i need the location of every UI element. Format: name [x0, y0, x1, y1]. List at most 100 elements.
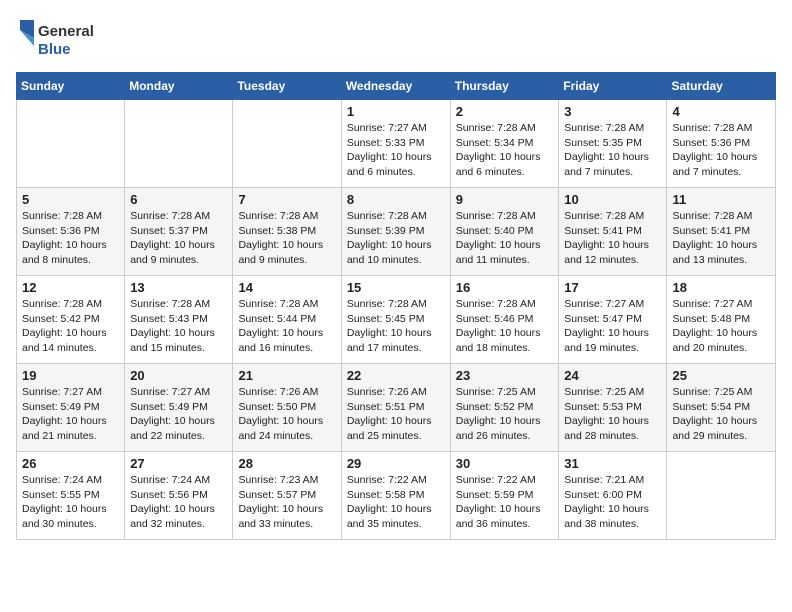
day-info: Sunrise: 7:28 AMSunset: 5:46 PMDaylight:…: [456, 297, 554, 356]
day-info: Sunrise: 7:27 AMSunset: 5:48 PMDaylight:…: [672, 297, 770, 356]
calendar-cell: 2 Sunrise: 7:28 AMSunset: 5:34 PMDaylight…: [450, 100, 559, 188]
day-number: 4: [672, 104, 770, 119]
day-number: 14: [238, 280, 335, 295]
calendar-cell: 28 Sunrise: 7:23 AMSunset: 5:57 PMDayligh…: [233, 452, 341, 540]
calendar-cell: 29 Sunrise: 7:22 AMSunset: 5:58 PMDayligh…: [341, 452, 450, 540]
day-info: Sunrise: 7:28 AMSunset: 5:41 PMDaylight:…: [564, 209, 661, 268]
logo-svg: GeneralBlue: [16, 16, 96, 60]
day-info: Sunrise: 7:22 AMSunset: 5:58 PMDaylight:…: [347, 473, 445, 532]
calendar-cell: 31 Sunrise: 7:21 AMSunset: 6:00 PMDayligh…: [559, 452, 667, 540]
calendar-cell: [233, 100, 341, 188]
day-number: 15: [347, 280, 445, 295]
day-number: 25: [672, 368, 770, 383]
svg-text:Blue: Blue: [38, 41, 71, 58]
week-row-5: 26 Sunrise: 7:24 AMSunset: 5:55 PMDayligh…: [17, 452, 776, 540]
header-sunday: Sunday: [17, 73, 125, 100]
calendar-cell: 10 Sunrise: 7:28 AMSunset: 5:41 PMDayligh…: [559, 188, 667, 276]
calendar-cell: 3Sunrise: 7:28 AMSunset: 5:35 PMDaylight…: [559, 100, 667, 188]
day-info: Sunrise: 7:24 AMSunset: 5:55 PMDaylight:…: [22, 473, 119, 532]
day-number: 28: [238, 456, 335, 471]
header-wednesday: Wednesday: [341, 73, 450, 100]
calendar-cell: 26 Sunrise: 7:24 AMSunset: 5:55 PMDayligh…: [17, 452, 125, 540]
day-info: Sunrise: 7:27 AMSunset: 5:47 PMDaylight:…: [564, 297, 661, 356]
day-number: 9: [456, 192, 554, 207]
calendar-cell: 25 Sunrise: 7:25 AMSunset: 5:54 PMDayligh…: [667, 364, 776, 452]
day-info: Sunrise: 7:28 AMSunset: 5:38 PMDaylight:…: [238, 209, 335, 268]
calendar-header-row: SundayMondayTuesdayWednesdayThursdayFrid…: [17, 73, 776, 100]
day-number: 30: [456, 456, 554, 471]
calendar-cell: 30 Sunrise: 7:22 AMSunset: 5:59 PMDayligh…: [450, 452, 559, 540]
svg-text:General: General: [38, 23, 94, 40]
day-number: 3: [564, 104, 661, 119]
day-number: 20: [130, 368, 227, 383]
day-info: Sunrise: 7:28 AMSunset: 5:37 PMDaylight:…: [130, 209, 227, 268]
day-number: 29: [347, 456, 445, 471]
day-info: Sunrise: 7:28 AMSunset: 5:44 PMDaylight:…: [238, 297, 335, 356]
day-info: Sunrise: 7:28 AMSunset: 5:41 PMDaylight:…: [672, 209, 770, 268]
calendar-cell: [17, 100, 125, 188]
calendar-cell: 14 Sunrise: 7:28 AMSunset: 5:44 PMDayligh…: [233, 276, 341, 364]
day-number: 23: [456, 368, 554, 383]
day-number: 31: [564, 456, 661, 471]
day-number: 24: [564, 368, 661, 383]
calendar-cell: 23Sunrise: 7:25 AMSunset: 5:52 PMDayligh…: [450, 364, 559, 452]
week-row-4: 19 Sunrise: 7:27 AMSunset: 5:49 PMDayligh…: [17, 364, 776, 452]
calendar-cell: 8 Sunrise: 7:28 AMSunset: 5:39 PMDaylight…: [341, 188, 450, 276]
day-info: Sunrise: 7:26 AMSunset: 5:51 PMDaylight:…: [347, 385, 445, 444]
day-info: Sunrise: 7:24 AMSunset: 5:56 PMDaylight:…: [130, 473, 227, 532]
day-number: 18: [672, 280, 770, 295]
day-number: 7: [238, 192, 335, 207]
header-monday: Monday: [125, 73, 233, 100]
calendar-cell: 20 Sunrise: 7:27 AMSunset: 5:49 PMDayligh…: [125, 364, 233, 452]
day-info: Sunrise: 7:27 AMSunset: 5:49 PMDaylight:…: [130, 385, 227, 444]
day-info: Sunrise: 7:28 AMSunset: 5:40 PMDaylight:…: [456, 209, 554, 268]
day-info: Sunrise: 7:25 AMSunset: 5:54 PMDaylight:…: [672, 385, 770, 444]
calendar-cell: 7 Sunrise: 7:28 AMSunset: 5:38 PMDaylight…: [233, 188, 341, 276]
day-number: 12: [22, 280, 119, 295]
day-number: 27: [130, 456, 227, 471]
day-info: Sunrise: 7:27 AMSunset: 5:49 PMDaylight:…: [22, 385, 119, 444]
day-number: 10: [564, 192, 661, 207]
logo: GeneralBlue: [16, 16, 96, 60]
day-number: 8: [347, 192, 445, 207]
day-number: 16: [456, 280, 554, 295]
day-info: Sunrise: 7:27 AMSunset: 5:33 PMDaylight:…: [347, 121, 445, 180]
day-number: 1: [347, 104, 445, 119]
day-number: 19: [22, 368, 119, 383]
header-tuesday: Tuesday: [233, 73, 341, 100]
header-thursday: Thursday: [450, 73, 559, 100]
calendar-cell: 5Sunrise: 7:28 AMSunset: 5:36 PMDaylight…: [17, 188, 125, 276]
calendar-cell: 11 Sunrise: 7:28 AMSunset: 5:41 PMDayligh…: [667, 188, 776, 276]
day-info: Sunrise: 7:28 AMSunset: 5:39 PMDaylight:…: [347, 209, 445, 268]
day-number: 21: [238, 368, 335, 383]
day-info: Sunrise: 7:23 AMSunset: 5:57 PMDaylight:…: [238, 473, 335, 532]
calendar-cell: 13Sunrise: 7:28 AMSunset: 5:43 PMDayligh…: [125, 276, 233, 364]
calendar-cell: 21 Sunrise: 7:26 AMSunset: 5:50 PMDayligh…: [233, 364, 341, 452]
calendar-cell: 18 Sunrise: 7:27 AMSunset: 5:48 PMDayligh…: [667, 276, 776, 364]
day-info: Sunrise: 7:28 AMSunset: 5:36 PMDaylight:…: [22, 209, 119, 268]
calendar-cell: 4Sunrise: 7:28 AMSunset: 5:36 PMDaylight…: [667, 100, 776, 188]
calendar-cell: 12 Sunrise: 7:28 AMSunset: 5:42 PMDayligh…: [17, 276, 125, 364]
day-info: Sunrise: 7:28 AMSunset: 5:42 PMDaylight:…: [22, 297, 119, 356]
day-number: 17: [564, 280, 661, 295]
day-info: Sunrise: 7:21 AMSunset: 6:00 PMDaylight:…: [564, 473, 661, 532]
calendar-cell: 6Sunrise: 7:28 AMSunset: 5:37 PMDaylight…: [125, 188, 233, 276]
day-info: Sunrise: 7:28 AMSunset: 5:34 PMDaylight:…: [456, 121, 554, 180]
calendar-cell: 1 Sunrise: 7:27 AMSunset: 5:33 PMDaylight…: [341, 100, 450, 188]
day-number: 22: [347, 368, 445, 383]
calendar-table: SundayMondayTuesdayWednesdayThursdayFrid…: [16, 72, 776, 540]
week-row-3: 12 Sunrise: 7:28 AMSunset: 5:42 PMDayligh…: [17, 276, 776, 364]
day-info: Sunrise: 7:28 AMSunset: 5:43 PMDaylight:…: [130, 297, 227, 356]
calendar-cell: 16 Sunrise: 7:28 AMSunset: 5:46 PMDayligh…: [450, 276, 559, 364]
day-number: 2: [456, 104, 554, 119]
day-info: Sunrise: 7:25 AMSunset: 5:53 PMDaylight:…: [564, 385, 661, 444]
day-number: 26: [22, 456, 119, 471]
calendar-cell: 27 Sunrise: 7:24 AMSunset: 5:56 PMDayligh…: [125, 452, 233, 540]
week-row-2: 5Sunrise: 7:28 AMSunset: 5:36 PMDaylight…: [17, 188, 776, 276]
day-info: Sunrise: 7:26 AMSunset: 5:50 PMDaylight:…: [238, 385, 335, 444]
calendar-cell: 17 Sunrise: 7:27 AMSunset: 5:47 PMDayligh…: [559, 276, 667, 364]
calendar-cell: [667, 452, 776, 540]
day-number: 11: [672, 192, 770, 207]
day-info: Sunrise: 7:22 AMSunset: 5:59 PMDaylight:…: [456, 473, 554, 532]
header-friday: Friday: [559, 73, 667, 100]
